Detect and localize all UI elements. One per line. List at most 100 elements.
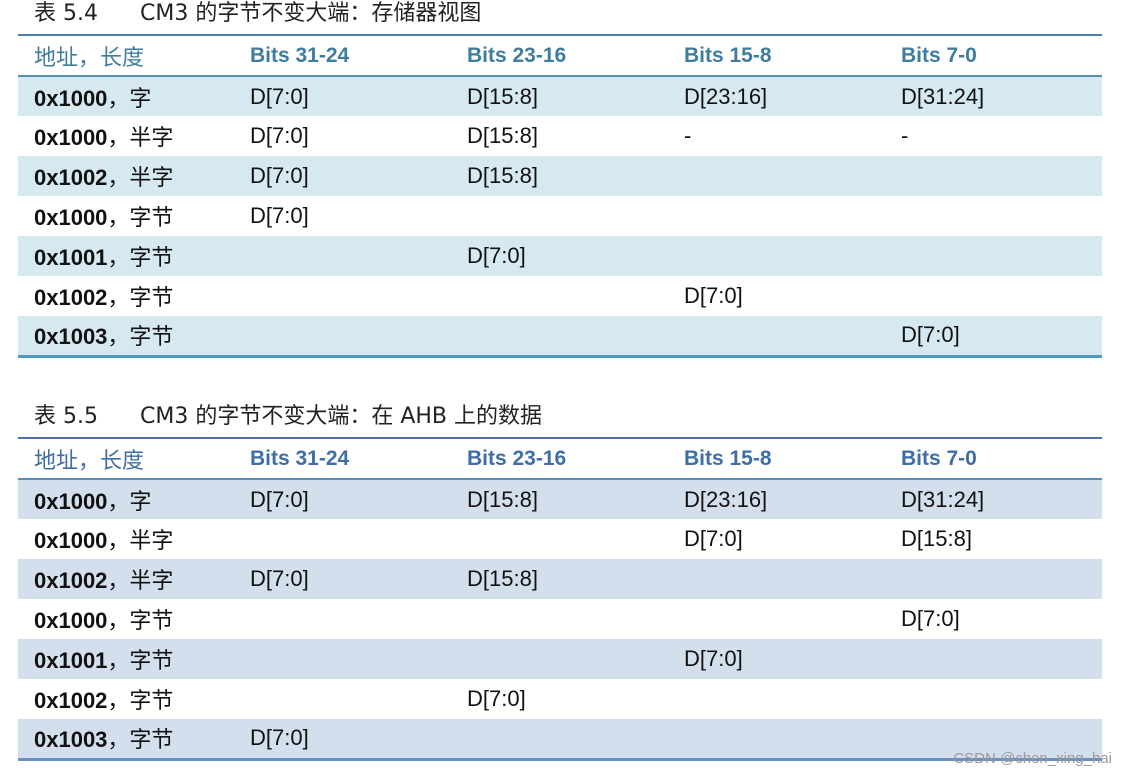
header-address-length: 地址，长度	[18, 35, 234, 77]
table-row: 0x1000，字 D[7:0] D[15:8] D[23:16] D[31:24]	[18, 479, 1102, 519]
bits-cell	[451, 639, 668, 679]
length-value: ，字节	[107, 246, 174, 271]
bits-cell: D[7:0]	[467, 243, 526, 268]
bits-cell: D[7:0]	[250, 566, 309, 591]
address-length-cell: 0x1002，半字	[18, 156, 234, 196]
bits-cell: D[31:24]	[901, 486, 985, 512]
table-row: 0x1000，半字 D[7:0] D[15:8]	[18, 519, 1102, 559]
address-length-cell: 0x1002，字节	[18, 679, 234, 719]
bits-cell	[234, 599, 451, 639]
table-row: 0x1002，字节 D[7:0]	[18, 276, 1102, 316]
bits-cell: D[15:8]	[467, 486, 538, 512]
bits-cell: D[15:8]	[467, 163, 538, 188]
length-value: ，半字	[107, 529, 174, 554]
bits-cell: D[7:0]	[250, 83, 309, 109]
address-length-cell: 0x1000，半字	[18, 519, 234, 559]
bits-cell	[885, 236, 1102, 276]
bits-cell	[668, 679, 885, 719]
length-value: ，半字	[107, 126, 174, 151]
address-value: 0x1002	[34, 165, 108, 190]
bits-cell	[885, 276, 1102, 316]
table-row: 0x1000，半字 D[7:0] D[15:8] - -	[18, 116, 1102, 156]
table2: 地址，长度 Bits 31-24 Bits 23-16 Bits 15-8 Bi…	[18, 437, 1102, 761]
table1-caption-number: 表 5.4	[34, 1, 98, 26]
length-value: ，字节	[107, 286, 174, 311]
address-length-cell: 0x1002，半字	[18, 559, 234, 599]
header-bits-7-0: Bits 7-0	[885, 438, 1102, 480]
table-row: 0x1003，字节 D[7:0]	[18, 719, 1102, 759]
address-value: 0x1000	[34, 608, 108, 633]
bits-cell	[234, 679, 451, 719]
length-value: ，字	[107, 489, 152, 515]
bits-cell	[234, 639, 451, 679]
bits-cell	[668, 196, 885, 236]
header-bits-31-24: Bits 31-24	[234, 35, 451, 77]
address-length-cell: 0x1003，字节	[18, 719, 234, 759]
table-row: 0x1002，半字 D[7:0] D[15:8]	[18, 559, 1102, 599]
bits-cell: D[7:0]	[467, 686, 526, 711]
bits-cell: D[7:0]	[901, 322, 960, 348]
address-value: 0x1002	[34, 285, 108, 310]
bits-cell: D[15:8]	[901, 526, 972, 551]
address-value: 0x1000	[34, 125, 108, 150]
bits-cell	[668, 719, 885, 759]
length-value: ，半字	[107, 166, 174, 191]
table-row: 0x1001，字节 D[7:0]	[18, 236, 1102, 276]
address-value: 0x1001	[34, 648, 108, 673]
length-value: ，字节	[107, 728, 174, 754]
address-value: 0x1000	[34, 528, 108, 553]
bits-cell: D[23:16]	[684, 83, 768, 109]
bits-cell: D[7:0]	[250, 123, 309, 148]
bits-cell	[885, 639, 1102, 679]
bits-cell	[451, 719, 668, 759]
bits-cell	[234, 276, 451, 316]
bits-cell	[668, 236, 885, 276]
length-value: ，字节	[107, 609, 174, 634]
bits-cell: D[7:0]	[250, 486, 309, 512]
bits-cell	[451, 276, 668, 316]
table-row: 0x1000，字节 D[7:0]	[18, 196, 1102, 236]
address-length-cell: 0x1003，字节	[18, 316, 234, 356]
length-value: ，字节	[107, 325, 174, 351]
address-value: 0x1002	[34, 568, 108, 593]
address-value: 0x1000	[34, 85, 108, 111]
length-value: ，字节	[107, 689, 174, 714]
bits-cell: D[15:8]	[467, 83, 538, 109]
table1: 地址，长度 Bits 31-24 Bits 23-16 Bits 15-8 Bi…	[18, 34, 1102, 358]
table2-caption-number: 表 5.5	[34, 404, 98, 429]
address-length-cell: 0x1002，字节	[18, 276, 234, 316]
bits-cell	[234, 519, 451, 559]
bits-cell	[668, 599, 885, 639]
address-length-cell: 0x1000，半字	[18, 116, 234, 156]
bits-cell	[668, 316, 885, 356]
bits-cell: D[7:0]	[901, 606, 960, 631]
header-bits-23-16: Bits 23-16	[451, 35, 668, 77]
address-value: 0x1001	[34, 245, 108, 270]
bits-cell: D[7:0]	[250, 163, 309, 188]
bits-cell: D[31:24]	[901, 83, 985, 109]
address-value: 0x1003	[34, 324, 108, 350]
address-length-cell: 0x1001，字节	[18, 236, 234, 276]
bits-cell: D[23:16]	[684, 486, 768, 512]
address-length-cell: 0x1001，字节	[18, 639, 234, 679]
bits-cell	[234, 316, 451, 356]
table-row: 0x1003，字节 D[7:0]	[18, 316, 1102, 356]
table-row: 0x1001，字节 D[7:0]	[18, 639, 1102, 679]
table1-caption: 表 5.4 CM3 的字节不变大端：存储器视图	[34, 0, 481, 28]
bits-cell: D[15:8]	[467, 123, 538, 148]
table-row: 0x1002，字节 D[7:0]	[18, 679, 1102, 719]
header-bits-15-8: Bits 15-8	[668, 438, 885, 480]
header-bits-7-0: Bits 7-0	[885, 35, 1102, 77]
bits-cell: D[7:0]	[684, 526, 743, 551]
table2-caption-title: CM3 的字节不变大端：在 AHB 上的数据	[140, 404, 543, 429]
table-row: 0x1000，字 D[7:0] D[15:8] D[23:16] D[31:24]	[18, 76, 1102, 116]
bits-cell	[668, 559, 885, 599]
bits-cell: D[7:0]	[250, 203, 309, 228]
length-value: ，字	[107, 86, 152, 112]
address-value: 0x1000	[34, 488, 108, 514]
header-bits-31-24: Bits 31-24	[234, 438, 451, 480]
bits-cell	[451, 599, 668, 639]
table-row: 0x1000，字节 D[7:0]	[18, 599, 1102, 639]
bits-cell	[451, 316, 668, 356]
table2-caption: 表 5.5 CM3 的字节不变大端：在 AHB 上的数据	[34, 403, 542, 431]
